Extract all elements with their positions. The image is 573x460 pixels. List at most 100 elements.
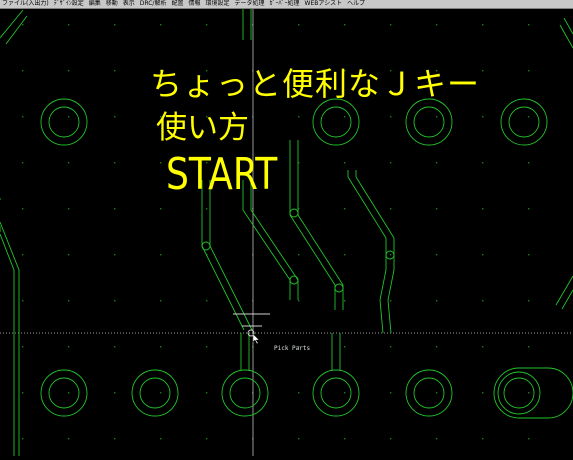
grid-dot	[436, 300, 438, 302]
grid-dot	[298, 438, 300, 440]
trace-left-2[interactable]	[0, 198, 20, 456]
grid-dot	[114, 208, 116, 210]
grid-dot	[22, 300, 24, 302]
grid-dot	[68, 438, 70, 440]
grid-dot	[22, 438, 24, 440]
grid-dot	[206, 300, 208, 302]
grid-dot	[344, 392, 346, 394]
grid-dot	[482, 162, 484, 164]
menu-item-10[interactable]: ｶﾞｰﾊﾞｰ処理	[270, 0, 305, 8]
grid-dot	[528, 346, 530, 348]
grid-dot	[528, 70, 530, 72]
menu-item-2[interactable]: 編集	[89, 0, 106, 8]
grid-dot	[390, 300, 392, 302]
menu-item-8[interactable]: 環境設定	[205, 0, 234, 8]
grid-dot	[68, 346, 70, 348]
grid-dot	[114, 392, 116, 394]
grid-dot	[344, 162, 346, 164]
caption-subtitle: 使い方	[156, 110, 249, 146]
grid-dot	[160, 24, 162, 26]
pcb-canvas[interactable]: ちょっと便利なＪキー 使い方 START Pick Parts	[0, 9, 573, 456]
grid-dot	[390, 392, 392, 394]
trace-right-1[interactable]	[559, 17, 573, 49]
grid-dot	[68, 70, 70, 72]
grid-dot	[436, 162, 438, 164]
pad-bottom-2[interactable]	[131, 369, 179, 417]
trace-a[interactable]	[201, 180, 253, 331]
grid-dot	[22, 392, 24, 394]
trace-right-2[interactable]	[555, 275, 573, 310]
grid-dot	[344, 254, 346, 256]
pad-bottom-1[interactable]	[40, 369, 88, 417]
grid-dot	[114, 70, 116, 72]
grid-dot	[206, 24, 208, 26]
pad-bottom-4[interactable]	[312, 369, 360, 417]
menu-item-1[interactable]: ﾃﾞｻﾞｲﾝ設定	[54, 0, 89, 8]
pad-bottom-oblong[interactable]	[493, 367, 573, 419]
grid-dot	[482, 208, 484, 210]
grid-dot	[528, 24, 530, 26]
grid-dot	[114, 346, 116, 348]
menu-item-0[interactable]: ファイル(入出力)	[2, 0, 54, 8]
grid-dot	[206, 392, 208, 394]
pad-top-3[interactable]	[405, 98, 453, 146]
grid-dot	[206, 346, 208, 348]
menu-item-6[interactable]: 配置	[171, 0, 188, 8]
menu-item-7[interactable]: 情報	[188, 0, 205, 8]
grid-dot	[390, 24, 392, 26]
grid-dot	[22, 162, 24, 164]
grid-dot	[482, 70, 484, 72]
grid-dot	[68, 300, 70, 302]
trace-d[interactable]	[347, 170, 395, 334]
grid-dot	[436, 254, 438, 256]
grid-dot	[298, 392, 300, 394]
grid-dot	[528, 438, 530, 440]
grid-dot	[160, 300, 162, 302]
grid-dot	[482, 254, 484, 256]
pad-top-4[interactable]	[500, 98, 548, 146]
grid-dot	[436, 438, 438, 440]
grid-dot	[482, 116, 484, 118]
grid-dot	[22, 208, 24, 210]
pad-top-2[interactable]	[312, 98, 360, 146]
grid-dot	[436, 346, 438, 348]
menu-item-9[interactable]: データ処理	[235, 0, 270, 8]
trace-to-pad-3[interactable]	[240, 333, 250, 370]
grid-dot	[482, 300, 484, 302]
pad-bottom-3[interactable]	[221, 369, 269, 417]
grid-dot	[114, 162, 116, 164]
grid-dot	[390, 254, 392, 256]
grid-dot	[528, 254, 530, 256]
menu-item-4[interactable]: 表示	[123, 0, 140, 8]
menu-item-12[interactable]: ヘルプ	[347, 0, 370, 8]
cursor-tooltip: Pick Parts	[274, 345, 311, 352]
grid-dot	[344, 300, 346, 302]
grid-dot	[344, 346, 346, 348]
grid-dot	[436, 24, 438, 26]
grid-dot	[114, 438, 116, 440]
grid-dot	[390, 346, 392, 348]
caption-start: START	[166, 149, 278, 200]
grid-dot	[482, 438, 484, 440]
trace-to-pad-4[interactable]	[331, 333, 341, 370]
grid-dot	[22, 70, 24, 72]
grid-dot	[160, 254, 162, 256]
grid-dot	[482, 392, 484, 394]
menu-item-5[interactable]: DRC/解析	[140, 0, 172, 8]
caption-title: ちょっと便利なＪキー	[150, 65, 481, 103]
grid-dot	[482, 24, 484, 26]
grid-dot	[114, 300, 116, 302]
menu-item-11[interactable]: WEBアシスト	[305, 0, 348, 8]
grid-dot	[68, 24, 70, 26]
grid-dot	[528, 116, 530, 118]
pad-top-1[interactable]	[40, 98, 88, 146]
grid-dot	[160, 162, 162, 164]
grid-dot	[22, 116, 24, 118]
pad-bottom-5[interactable]	[405, 369, 453, 417]
menu-item-3[interactable]: 移動	[106, 0, 123, 8]
grid-dot	[344, 438, 346, 440]
trace-left-1[interactable]	[0, 9, 28, 45]
grid-dot	[114, 24, 116, 26]
grid-dot	[390, 438, 392, 440]
grid-dot	[160, 208, 162, 210]
